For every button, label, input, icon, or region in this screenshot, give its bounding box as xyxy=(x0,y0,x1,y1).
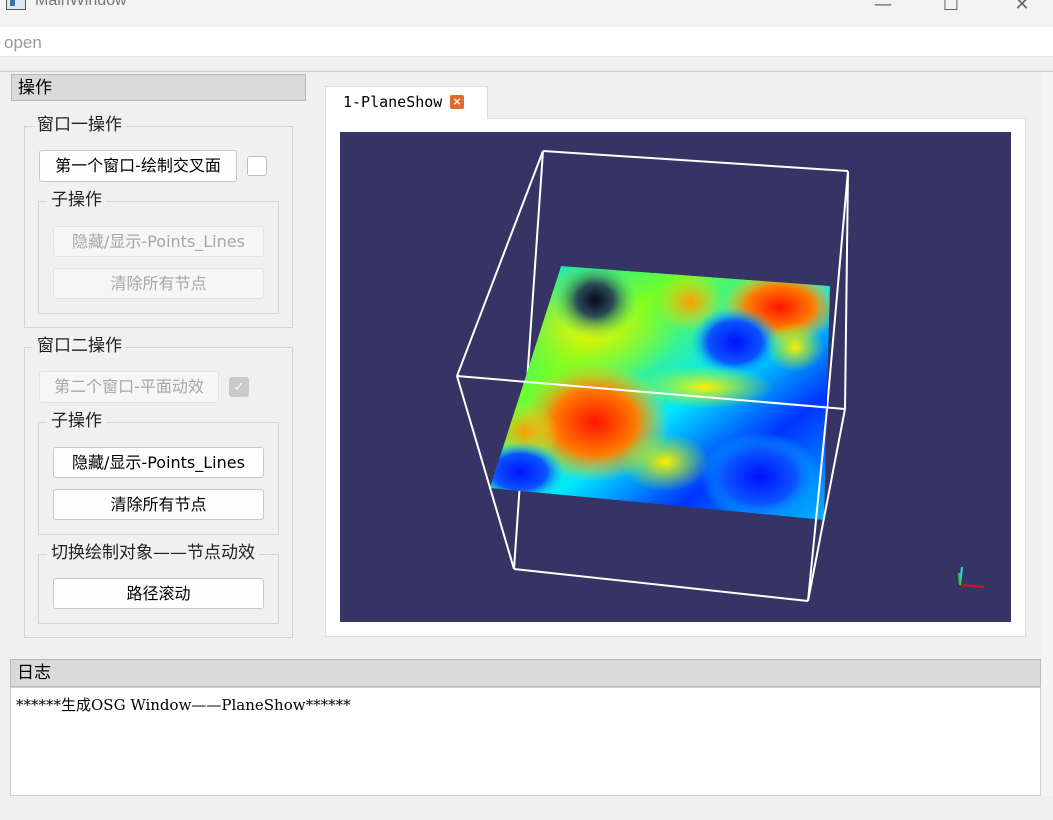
status-bar xyxy=(0,796,1053,820)
app-icon xyxy=(6,0,26,10)
ops-dock-title[interactable]: 操作 xyxy=(11,74,306,101)
window-title: MainWindow xyxy=(35,0,127,9)
window2-sub-title: 子操作 xyxy=(47,411,106,431)
right-edge xyxy=(1041,72,1053,796)
tab-label: 1-PlaneShow xyxy=(343,93,443,111)
colored-plane xyxy=(490,266,830,520)
minimize-button[interactable]: — xyxy=(860,0,906,20)
scene-svg xyxy=(456,150,985,602)
window2-clear-nodes-button[interactable]: 清除所有节点 xyxy=(53,489,264,520)
axis-gizmo-icon xyxy=(958,566,985,588)
maximize-button[interactable]: ☐ xyxy=(928,0,974,20)
window1-group-title: 窗口一操作 xyxy=(33,115,126,135)
log-line: ******生成OSG Window——PlaneShow****** xyxy=(16,696,351,714)
log-dock-title[interactable]: 日志 xyxy=(10,659,1041,687)
window1-sub-title: 子操作 xyxy=(47,190,106,210)
tab-close-icon[interactable]: × xyxy=(450,95,464,109)
window1-clear-nodes-button[interactable]: 清除所有节点 xyxy=(53,268,264,299)
draw-intersection-button[interactable]: 第一个窗口-绘制交叉面 xyxy=(39,150,237,182)
menu-open[interactable]: open xyxy=(4,33,42,53)
window1-checkbox[interactable] xyxy=(247,156,267,176)
window1-toggle-points-lines-button[interactable]: 隐藏/显示-Points_Lines xyxy=(53,226,264,257)
plane-animation-button[interactable]: 第二个窗口-平面动效 xyxy=(39,371,219,403)
window2-checkbox[interactable]: ✓ xyxy=(229,377,249,397)
osg-viewport[interactable] xyxy=(340,132,1011,622)
separator xyxy=(0,71,1053,72)
window2-toggle-points-lines-button[interactable]: 隐藏/显示-Points_Lines xyxy=(53,447,264,478)
path-scroll-button[interactable]: 路径滚动 xyxy=(53,578,264,609)
close-button[interactable]: ✕ xyxy=(999,0,1045,20)
menu-bar xyxy=(0,27,1053,57)
window2-group-title: 窗口二操作 xyxy=(33,336,126,356)
switch-group-title: 切换绘制对象——节点动效 xyxy=(47,543,259,563)
